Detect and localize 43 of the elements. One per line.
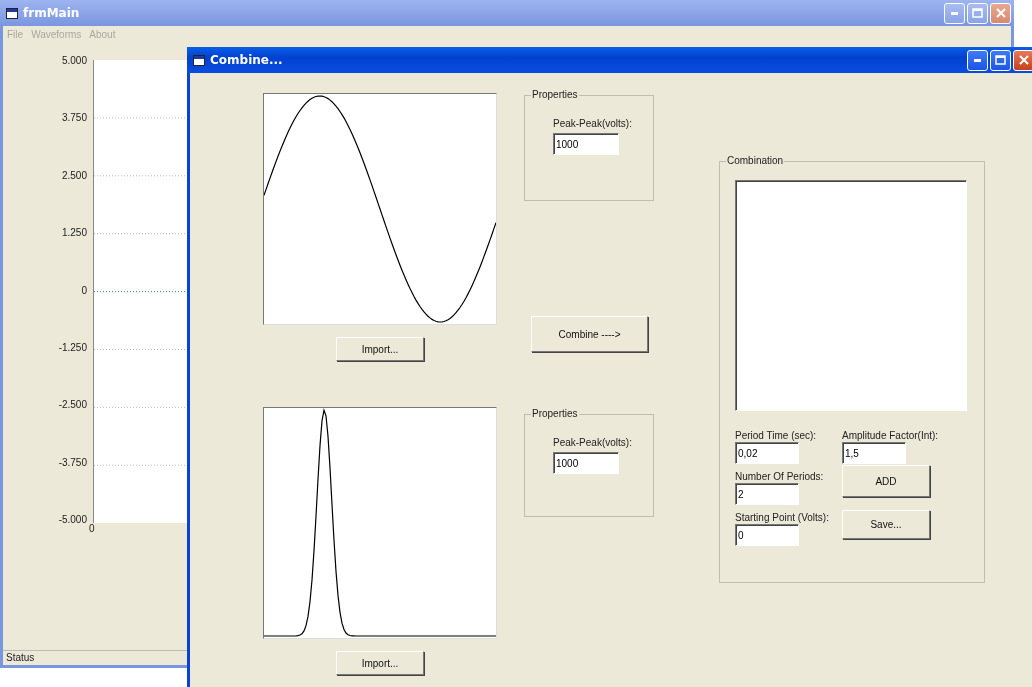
field-label: Number Of Periods: xyxy=(735,471,825,482)
axis-label: 1.250 xyxy=(61,227,88,239)
axis-label: 0 xyxy=(81,284,88,296)
axis-label: 3.750 xyxy=(61,112,88,124)
maximize-icon xyxy=(995,55,1006,65)
window-icon xyxy=(193,54,205,66)
import-button[interactable]: Import... xyxy=(336,651,424,675)
axis-label: -5.000 xyxy=(58,514,88,525)
field-label: Period Time (sec): xyxy=(735,430,818,441)
minimize-icon xyxy=(973,58,982,62)
close-icon xyxy=(1018,55,1029,65)
input-field[interactable]: 0,02 xyxy=(735,442,799,464)
minimize-button[interactable] xyxy=(967,49,988,71)
peak-peak-field[interactable]: 1000 xyxy=(553,133,619,155)
axis-label: 2.500 xyxy=(61,169,88,181)
import-button[interactable]: Import... xyxy=(336,337,424,361)
axis-label: 5.000 xyxy=(61,55,88,66)
axis-label: -2.500 xyxy=(58,399,88,411)
group-title: Combination xyxy=(726,155,785,166)
input-field[interactable]: 0 xyxy=(735,524,799,546)
input-field[interactable]: 1,5 xyxy=(842,442,906,464)
window-title: frmMain xyxy=(23,6,81,20)
group-title: Properties xyxy=(531,89,579,100)
input-field[interactable]: 2 xyxy=(735,483,799,505)
axis-label: 0 xyxy=(89,523,95,534)
field-label: Peak-Peak(volts): xyxy=(553,437,632,448)
field-label: Starting Point (Volts): xyxy=(735,512,830,523)
field-label: Peak-Peak(volts): xyxy=(553,118,632,129)
window-icon xyxy=(6,7,18,19)
maximize-icon xyxy=(972,8,983,18)
peak-peak-field[interactable]: 1000 xyxy=(553,452,619,474)
close-icon xyxy=(995,8,1006,18)
add-button[interactable]: ADD xyxy=(842,465,930,497)
combine-button[interactable]: Combine ----> xyxy=(531,316,648,352)
group-title: Properties xyxy=(531,408,579,419)
close-button[interactable] xyxy=(1013,49,1032,71)
axis-label: -1.250 xyxy=(58,341,88,353)
field-label: Amplitude Factor(Int): xyxy=(842,430,940,441)
maximize-button[interactable] xyxy=(990,49,1011,71)
window-title: Combine... xyxy=(210,53,284,67)
save-button[interactable]: Save... xyxy=(842,510,930,539)
axis-label: -3.750 xyxy=(58,456,88,468)
minimize-icon xyxy=(950,11,959,15)
